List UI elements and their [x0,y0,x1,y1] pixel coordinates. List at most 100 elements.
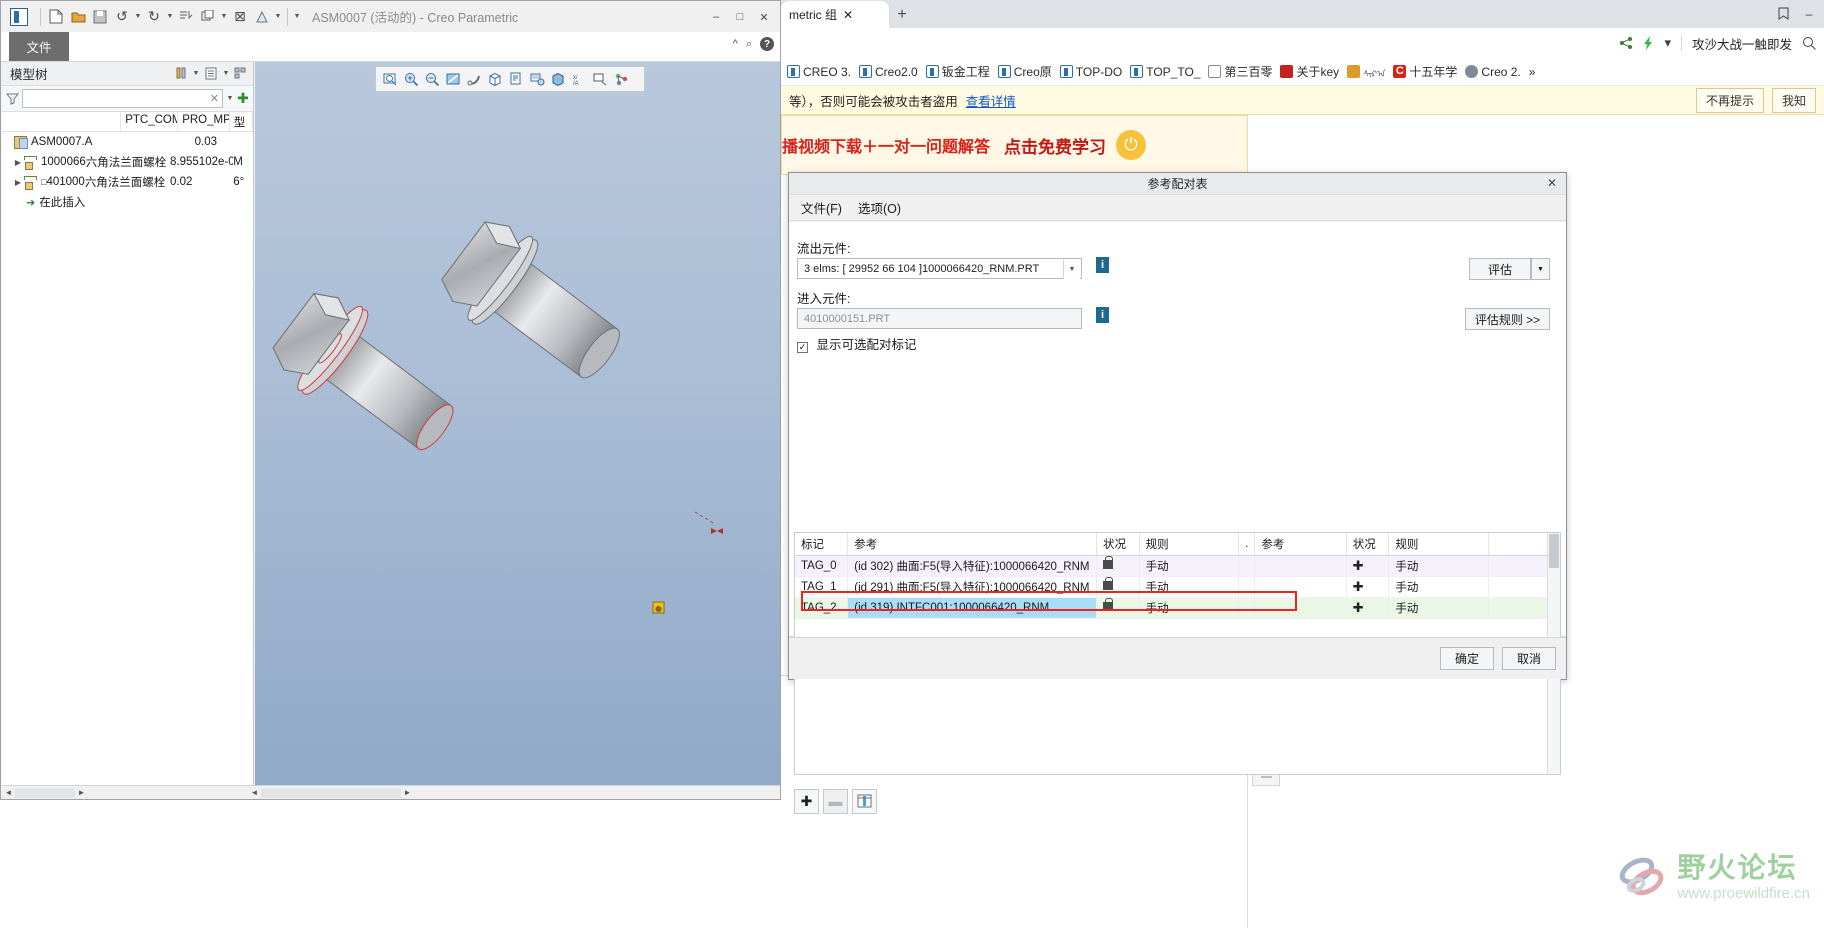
cell-reference-left[interactable]: (id 319) INTFC001:1000066420_RNM [847,597,1098,619]
bookmark-item[interactable]: 钣金工程 [922,60,994,84]
scroll-right-icon-2[interactable]: ► [401,787,414,799]
tools-chevron-down-icon[interactable]: ▼ [191,70,201,77]
close-icon[interactable]: ✕ [1544,175,1560,191]
window-chevron-down-icon[interactable]: ▼ [219,13,229,20]
plus-icon[interactable]: ✚ [1353,579,1364,594]
cell-reference-right[interactable] [1254,597,1347,619]
cell-rule-left[interactable]: 手动 [1139,597,1240,619]
undo-icon[interactable]: ↺ [111,6,133,28]
scroll-right-icon[interactable]: ► [75,787,88,799]
qat-overflow-icon[interactable]: ▼ [292,13,302,20]
clear-search-icon[interactable]: ✕ [210,92,219,105]
insert-here-row[interactable]: ➜ 在此插入 [2,192,253,212]
share-icon[interactable] [1619,36,1633,50]
show-optional-tags-row[interactable]: ✓ 显示可选配对标记 [797,334,917,353]
cell-rule-right[interactable]: 手动 [1388,576,1489,598]
parameters-chevron-down-icon[interactable]: ▼ [273,13,283,20]
search-icon[interactable]: ⌕ [746,38,752,51]
tree-row-401000[interactable]: ▶ □ 401000 六角法兰面螺栓 0.02 6° [2,172,253,192]
cell-rule-right[interactable]: 手动 [1388,555,1489,577]
filter-chevron-down-icon[interactable]: ▼ [225,95,235,102]
scroll-thumb-2[interactable] [261,787,401,798]
dont-remind-button[interactable]: 不再提示 [1695,87,1764,113]
got-it-button[interactable]: 我知 [1771,87,1816,113]
evaluate-button[interactable]: 评估 [1469,258,1531,280]
tree-columns-icon[interactable] [203,66,219,82]
cell-status-right[interactable]: ✚ [1346,555,1390,577]
parameters-icon[interactable] [251,6,273,28]
settings-tools-icon[interactable] [173,66,189,82]
cell-reference-right[interactable] [1254,555,1347,577]
cell-status-left[interactable] [1096,555,1140,577]
show-optional-tags-checkbox[interactable]: ✓ [797,342,808,353]
close-tab-icon[interactable]: ✕ [843,8,853,22]
bookmark-item[interactable]: Creo原 [994,60,1056,84]
incoming-component-input[interactable]: 4010000151.PRT [797,308,1082,329]
cancel-button[interactable]: 取消 [1502,647,1556,670]
menu-file[interactable]: 文件(F) [801,198,842,217]
creo-app-icon[interactable] [10,7,28,26]
tree-filters-icon[interactable] [233,66,249,82]
tab-file[interactable]: 文件 [9,32,69,61]
page-advertisement[interactable]: 播视频下载＋一对一问题解答 点击免费学习 ⏻ [781,115,1248,175]
cell-tag[interactable]: TAG_2 [795,597,849,619]
toolbar-promo-text[interactable]: 攻沙大战一触即发 [1692,34,1792,53]
cell-status-left[interactable] [1096,597,1140,619]
th-reference-left[interactable]: 参考 [847,533,1098,556]
cell-rule-left[interactable]: 手动 [1139,555,1240,577]
cell-reference-right[interactable] [1254,576,1347,598]
th-reference-right[interactable]: 参考 [1254,533,1347,556]
bookmark-item[interactable]: TOP_TO_ [1126,60,1204,84]
ok-button[interactable]: 确定 [1440,647,1494,670]
cell-dot[interactable] [1238,555,1256,577]
cell-tag[interactable]: TAG_1 [795,576,849,598]
th-rule-right[interactable]: 规则 [1388,533,1489,556]
cell-reference-left[interactable]: (id 302) 曲面:F5(导入特征):1000066420_RNM [847,555,1098,577]
close-button[interactable]: ✕ [752,7,776,27]
evaluate-chevron-down-icon[interactable]: ▼ [1531,258,1550,280]
menu-options[interactable]: 选项(O) [858,198,901,217]
th-status-left[interactable]: 状况 [1096,533,1140,556]
row-expander[interactable]: ▶ [12,158,24,167]
tree-row-asm0007[interactable]: ASM0007.A 0.03 [2,132,253,152]
scroll-left-icon[interactable]: ◄ [2,787,15,799]
browser-tab[interactable]: metric 组 ✕ [781,1,889,28]
table-row[interactable]: TAG_0 (id 302) 曲面:F5(导入特征):1000066420_RN… [795,555,1560,577]
cell-dot[interactable] [1238,576,1256,598]
collapse-ribbon-icon[interactable]: ^ [733,38,738,50]
lightning-icon[interactable] [1643,36,1654,50]
bookmark-item[interactable]: ᠰᠢᠷ᠎ᠠ [1343,60,1389,84]
undo-chevron-down-icon[interactable]: ▼ [133,13,143,20]
th-tag[interactable]: 标记 [795,533,849,556]
filter-icon[interactable] [4,91,20,107]
power-icon[interactable]: ⏻ [1116,130,1147,160]
model-tree-search-input[interactable]: ✕ [22,89,223,108]
bookmarks-overflow-button[interactable]: » [1525,60,1540,84]
add-icon[interactable]: ✚ [794,788,819,814]
th-status-right[interactable]: 状况 [1346,533,1390,556]
outgoing-info-icon[interactable]: i [1096,257,1109,273]
tree-row-1000066[interactable]: ▶ 1000066 六角法兰面螺栓 8.955102e-03 M [2,152,253,172]
remove-icon[interactable]: ▬ [823,788,848,814]
outgoing-component-input[interactable]: 3 elms: [ 29952 66 104 ]1000066420_RNM.P… [797,258,1082,279]
redo-icon[interactable]: ↻ [143,6,165,28]
new-icon[interactable] [45,6,67,28]
bookmark-item[interactable]: C 十五年学 [1389,60,1461,84]
table-row-selected[interactable]: TAG_2 (id 319) INTFC001:1000066420_RNM 手… [795,597,1560,619]
incoming-info-icon[interactable]: i [1096,307,1109,323]
new-tab-button[interactable]: + [889,2,915,28]
columns-chevron-down-icon[interactable]: ▼ [221,70,231,77]
table-icon[interactable] [852,788,877,814]
scroll-left-icon-2[interactable]: ◄ [248,787,261,799]
row-expander[interactable]: ▶ [12,178,24,187]
table-row[interactable]: TAG_1 (id 291) 曲面:F5(导入特征):1000066420_RN… [795,576,1560,598]
cell-reference-left[interactable]: (id 291) 曲面:F5(导入特征):1000066420_RNM [847,576,1098,598]
help-icon[interactable]: ? [760,37,774,51]
browser-minimize-button[interactable]: – [1798,4,1820,24]
bookmark-item[interactable]: Creo2.0 [855,60,922,84]
cell-dot[interactable] [1238,597,1256,619]
bookmark-item[interactable]: TOP-DO [1056,60,1126,84]
maximize-button[interactable]: □ [728,7,752,27]
table-scroll-thumb[interactable] [1549,534,1559,568]
cell-rule-left[interactable]: 手动 [1139,576,1240,598]
